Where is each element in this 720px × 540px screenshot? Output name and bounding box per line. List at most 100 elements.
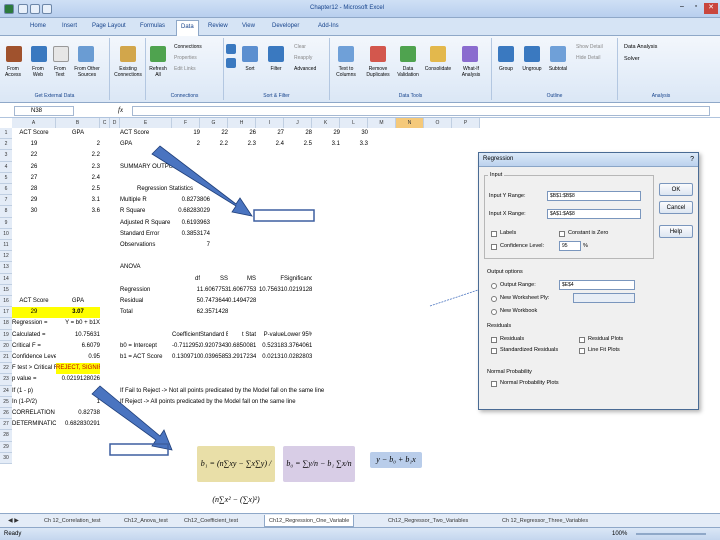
- regression-dialog[interactable]: Regression ? Input Input Y Range: $B$1:$…: [478, 152, 699, 410]
- line-fit-checkbox[interactable]: [579, 348, 585, 354]
- consolidate-icon[interactable]: [430, 46, 446, 62]
- row-header[interactable]: 19: [0, 329, 12, 341]
- subtotal-label[interactable]: Subtotal: [544, 66, 572, 72]
- text-to-columns-icon[interactable]: [338, 46, 354, 62]
- advanced-button[interactable]: Advanced: [294, 66, 316, 72]
- row-header[interactable]: 6: [0, 184, 12, 196]
- row-header[interactable]: 1: [0, 128, 12, 140]
- analysis-label[interactable]: p value =: [12, 374, 56, 385]
- row-header[interactable]: 8: [0, 206, 12, 218]
- analysis-label[interactable]: CORRELATION (r) =: [12, 408, 56, 419]
- column-header[interactable]: I: [256, 118, 284, 128]
- access-icon[interactable]: [6, 46, 22, 62]
- gpa-value[interactable]: 2.4: [56, 173, 100, 184]
- column-header[interactable]: K: [312, 118, 340, 128]
- act-row-value[interactable]: 22: [200, 128, 228, 139]
- consolidate-label[interactable]: Consolidate: [422, 66, 454, 72]
- row-header[interactable]: 9: [0, 217, 12, 229]
- row-header[interactable]: 2: [0, 139, 12, 151]
- analysis-value[interactable]: 10.75631: [56, 330, 100, 341]
- sheet-tab-active[interactable]: Ch12_Regression_One_Variable: [264, 515, 355, 527]
- note-reject[interactable]: If Reject -> All points predicated by th…: [120, 397, 420, 408]
- subtotal-icon[interactable]: [550, 46, 566, 62]
- anova-cell[interactable]: 5: [172, 296, 200, 307]
- row-header[interactable]: 24: [0, 385, 12, 397]
- formula-input[interactable]: [132, 106, 710, 116]
- residuals-checkbox[interactable]: [491, 337, 497, 343]
- row-header[interactable]: 12: [0, 251, 12, 263]
- tab-review[interactable]: Review: [208, 23, 228, 29]
- coef-cell[interactable]: 0.685008182: [228, 341, 256, 352]
- analysis-label[interactable]: F test > Critical Reject: [12, 363, 56, 374]
- gpa-value[interactable]: 2: [56, 139, 100, 150]
- filter-label[interactable]: Filter: [264, 66, 288, 72]
- data-validation-label[interactable]: Data Validation: [392, 66, 424, 78]
- column-header[interactable]: B: [56, 118, 100, 128]
- act-score-value[interactable]: 26: [12, 162, 56, 173]
- analysis-value[interactable]: 1: [56, 386, 100, 397]
- gpa-row-value[interactable]: 2.3: [228, 139, 256, 150]
- sort-az-icon[interactable]: [226, 44, 236, 54]
- other-sources-icon[interactable]: [78, 46, 94, 62]
- residual-plots-checkbox[interactable]: [579, 337, 585, 343]
- anova-cell[interactable]: 10.75631: [256, 285, 284, 296]
- zoom-slider[interactable]: [636, 533, 706, 535]
- name-box[interactable]: N38: [14, 106, 74, 116]
- act-score-value[interactable]: 19: [12, 139, 56, 150]
- row-header[interactable]: 3: [0, 150, 12, 162]
- tab-insert[interactable]: Insert: [62, 23, 77, 29]
- anova-cell[interactable]: [284, 296, 312, 307]
- what-if-icon[interactable]: [462, 46, 478, 62]
- predict-gpa-header[interactable]: GPA: [56, 296, 100, 307]
- sheet-tab[interactable]: Ch12_Anova_test: [120, 515, 172, 527]
- anova-cell[interactable]: 2.357142857: [200, 307, 228, 318]
- column-header[interactable]: M: [368, 118, 396, 128]
- note-fail-to-reject[interactable]: If Fail to Reject -> Not all points pred…: [120, 386, 420, 397]
- minimize-icon[interactable]: ‒: [676, 3, 688, 14]
- anova-cell[interactable]: 0.021912803: [284, 285, 312, 296]
- analysis-value[interactable]: 6.6079: [56, 341, 100, 352]
- column-header[interactable]: E: [120, 118, 172, 128]
- column-header[interactable]: N: [396, 118, 424, 128]
- analysis-label[interactable]: Calculated =: [12, 330, 56, 341]
- gpa-value[interactable]: 2.5: [56, 184, 100, 195]
- stat-value[interactable]: 0.68283029: [172, 206, 210, 217]
- row-header[interactable]: 13: [0, 262, 12, 274]
- zoom-level[interactable]: 100%: [612, 531, 627, 537]
- analysis-value[interactable]: 0.682830291: [56, 419, 100, 430]
- coef-cell[interactable]: b1 = ACT Score: [120, 352, 172, 363]
- anova-cell[interactable]: [256, 296, 284, 307]
- filter-icon[interactable]: [268, 46, 284, 62]
- analysis-value[interactable]: 1: [56, 397, 100, 408]
- stat-value[interactable]: 0.6193963: [172, 218, 210, 229]
- column-header[interactable]: O: [424, 118, 452, 128]
- tab-formulas[interactable]: Formulas: [140, 23, 165, 29]
- output-range-field[interactable]: $E$4: [559, 280, 635, 290]
- what-if-label[interactable]: What-If Analysis: [456, 66, 486, 78]
- analysis-value[interactable]: 0.95: [56, 352, 100, 363]
- stat-value[interactable]: 7: [172, 240, 210, 251]
- gpa-row-value[interactable]: 3.3: [340, 139, 368, 150]
- sort-label[interactable]: Sort: [238, 66, 262, 72]
- summary-output-title[interactable]: SUMMARY OUTPUT: [120, 162, 210, 173]
- column-header[interactable]: G: [200, 118, 228, 128]
- anova-cell[interactable]: [228, 307, 256, 318]
- sheet-tab[interactable]: Ch12_Coefficient_test: [180, 515, 242, 527]
- remove-duplicates-label[interactable]: Remove Duplicates: [362, 66, 394, 78]
- remove-duplicates-icon[interactable]: [370, 46, 386, 62]
- analysis-value[interactable]: Y = b0 + b1X: [56, 318, 100, 329]
- row-header[interactable]: 27: [0, 419, 12, 431]
- new-worksheet-field[interactable]: [573, 293, 635, 303]
- coef-cell[interactable]: 0.02131: [256, 352, 284, 363]
- coef-cell[interactable]: 3.376406173: [284, 341, 312, 352]
- labels-checkbox[interactable]: [491, 231, 497, 237]
- coef-cell[interactable]: 0.028280387: [284, 352, 312, 363]
- anova-header[interactable]: F: [256, 274, 284, 285]
- from-web-label[interactable]: From Web: [27, 66, 49, 78]
- input-x-field[interactable]: $A$1:$A$8: [547, 209, 641, 219]
- new-workbook-radio[interactable]: [491, 309, 497, 315]
- row-header[interactable]: 26: [0, 408, 12, 420]
- existing-connections-icon[interactable]: [120, 46, 136, 62]
- sort-za-icon[interactable]: [226, 58, 236, 68]
- fx-icon[interactable]: fx: [118, 106, 123, 114]
